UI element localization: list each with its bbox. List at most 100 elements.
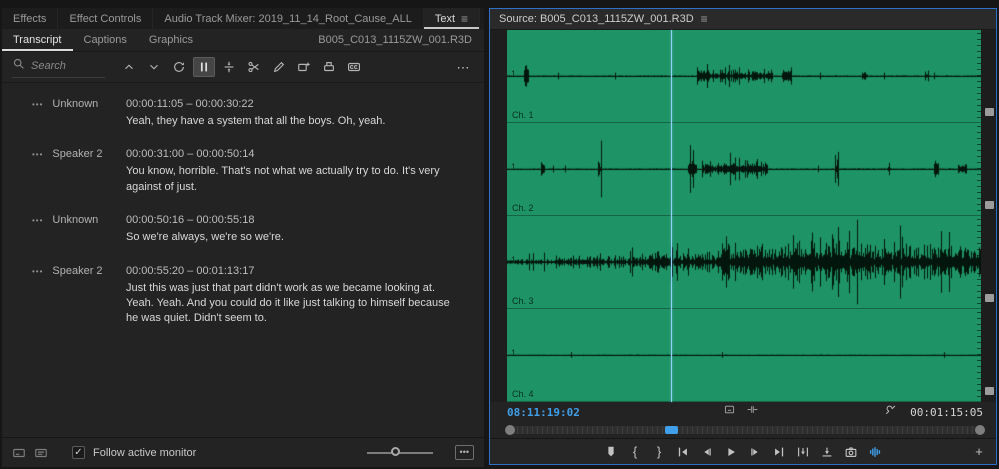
text-size-slider[interactable] bbox=[367, 452, 433, 454]
db-ruler-ticks bbox=[977, 33, 981, 119]
gain-handle[interactable] bbox=[985, 387, 994, 395]
edit-transcript-button[interactable] bbox=[268, 57, 290, 77]
overwrite-button[interactable] bbox=[816, 442, 838, 462]
db-ruler-ticks bbox=[977, 312, 981, 398]
panel-menu-icon[interactable]: ≡ bbox=[701, 12, 708, 26]
segment-timecode: 00:00:11:05 – 00:00:30:22 bbox=[126, 98, 464, 110]
segment-options-button[interactable]: ••• bbox=[32, 265, 43, 276]
channel-label: Ch. 4 bbox=[512, 389, 534, 399]
panel-menu-icon[interactable]: ≡ bbox=[461, 12, 468, 26]
refresh-transcript-button[interactable] bbox=[168, 57, 190, 77]
insert-button[interactable] bbox=[792, 442, 814, 462]
panel-tab-effect-controls[interactable]: Effect Controls bbox=[58, 8, 153, 29]
caption-style-icon[interactable] bbox=[34, 446, 48, 460]
audio-channel-3[interactable]: 1 Ch. 3 bbox=[507, 216, 981, 309]
segment-content: 00:00:55:20 – 00:01:13:17Just this was j… bbox=[126, 265, 484, 327]
zoom-handle-left[interactable] bbox=[505, 425, 515, 435]
panel-tab-effects[interactable]: Effects bbox=[2, 8, 58, 29]
play-button[interactable] bbox=[720, 442, 742, 462]
audio-gain-ruler bbox=[981, 30, 996, 402]
transcript-segment[interactable]: •••Unknown00:00:50:16 – 00:00:55:18So we… bbox=[2, 207, 484, 257]
fit-zoom-icon[interactable] bbox=[746, 403, 759, 421]
slider-knob[interactable] bbox=[391, 447, 400, 456]
gain-handle[interactable] bbox=[985, 294, 994, 302]
playhead[interactable] bbox=[671, 30, 672, 402]
track-number: 1 bbox=[511, 255, 516, 265]
transcript-list: •••Unknown00:00:11:05 – 00:00:30:22Yeah,… bbox=[2, 83, 484, 437]
gain-ruler-cell bbox=[981, 309, 996, 402]
go-to-out-button[interactable] bbox=[768, 442, 790, 462]
segment-timecode: 00:00:55:20 – 00:01:13:17 bbox=[126, 265, 464, 277]
segment-options-button[interactable]: ••• bbox=[32, 214, 43, 225]
source-monitor-panel: Source: B005_C013_1115ZW_001.R3D ≡ 1Ch. … bbox=[489, 8, 997, 465]
transcript-toolbar: ⋯ bbox=[2, 52, 484, 83]
step-forward-button[interactable] bbox=[744, 442, 766, 462]
segment-text: So we're always, we're so we're. bbox=[126, 230, 464, 245]
export-transcript-button[interactable] bbox=[318, 57, 340, 77]
add-marker-button[interactable] bbox=[600, 442, 622, 462]
gain-handle[interactable] bbox=[985, 108, 994, 116]
previous-result-button[interactable] bbox=[118, 57, 140, 77]
audio-channel-4[interactable]: 1Ch. 4 bbox=[507, 309, 981, 402]
subtab-captions[interactable]: Captions bbox=[73, 29, 138, 51]
audio-channel-1[interactable]: 1Ch. 1 bbox=[507, 30, 981, 123]
current-timecode[interactable]: 08:11:19:02 bbox=[507, 406, 580, 419]
pause-segments-button[interactable] bbox=[193, 57, 215, 77]
step-back-button[interactable] bbox=[696, 442, 718, 462]
next-result-button[interactable] bbox=[143, 57, 165, 77]
export-frame-button[interactable] bbox=[840, 442, 862, 462]
output-settings-icon[interactable] bbox=[723, 403, 736, 421]
mark-out-button[interactable]: } bbox=[648, 442, 670, 462]
text-panel-subtabs: TranscriptCaptionsGraphics B005_C013_111… bbox=[2, 29, 484, 52]
text-panel-footer: ✓ Follow active monitor ••• bbox=[2, 437, 484, 467]
panel-tab-audio-track-mixer-2019-1[interactable]: Audio Track Mixer: 2019_11_14_Root_Cause… bbox=[153, 8, 423, 29]
subtab-transcript[interactable]: Transcript bbox=[2, 29, 73, 51]
playhead-indicator[interactable] bbox=[665, 426, 678, 434]
audio-waveform-area[interactable]: 1Ch. 11Ch. 21Ch. 31Ch. 4 bbox=[507, 30, 981, 402]
waveform-left-gutter bbox=[490, 30, 507, 402]
panel-tab-label: Audio Track Mixer: 2019_11_14_Root_Cause… bbox=[164, 13, 411, 25]
segment-speaker: ••• Unknown bbox=[2, 98, 126, 129]
panel-tab-label: Text bbox=[435, 13, 455, 25]
zoom-handle-right[interactable] bbox=[975, 425, 985, 435]
segment-timecode: 00:00:31:00 – 00:00:50:14 bbox=[126, 148, 464, 160]
follow-active-monitor-checkbox[interactable]: ✓ bbox=[72, 446, 85, 459]
split-segments-button[interactable] bbox=[243, 57, 265, 77]
audio-channel-2[interactable]: 1Ch. 2 bbox=[507, 123, 981, 216]
transcript-segment[interactable]: •••Unknown00:00:11:05 – 00:00:30:22Yeah,… bbox=[2, 91, 484, 141]
button-editor-button[interactable]: + bbox=[968, 442, 990, 462]
zoom-track[interactable] bbox=[507, 426, 983, 434]
speaker-name: Unknown bbox=[52, 98, 98, 110]
segment-options-button[interactable]: ••• bbox=[32, 148, 43, 159]
merge-segments-button[interactable] bbox=[218, 57, 240, 77]
premiere-window: EffectsEffect Controls Audio Track Mixer:… bbox=[0, 0, 999, 469]
search-input[interactable] bbox=[31, 60, 105, 72]
channel-label: Ch. 3 bbox=[512, 296, 534, 306]
caption-block-icon[interactable] bbox=[12, 446, 26, 460]
waveform-canvas bbox=[507, 309, 981, 401]
gain-ruler-cell bbox=[981, 216, 996, 309]
button-editor-button[interactable]: ••• bbox=[455, 445, 474, 460]
subtab-graphics[interactable]: Graphics bbox=[138, 29, 204, 51]
segment-speaker: ••• Speaker 2 bbox=[2, 265, 126, 327]
track-number: 1 bbox=[511, 162, 516, 172]
panel-tab-text[interactable]: Text ≡ bbox=[424, 8, 480, 29]
zoom-scrollbar[interactable] bbox=[490, 422, 996, 438]
search-field[interactable] bbox=[12, 57, 105, 78]
gain-handle[interactable] bbox=[985, 201, 994, 209]
source-monitor-header[interactable]: Source: B005_C013_1115ZW_001.R3D ≡ bbox=[490, 9, 996, 30]
transcript-segment[interactable]: ••• Speaker 2 00:00:55:20 – 00:01:13:17Jus… bbox=[2, 258, 484, 339]
create-captions-button[interactable] bbox=[343, 57, 365, 77]
go-to-in-button[interactable] bbox=[672, 442, 694, 462]
transcript-segment[interactable]: •••Speaker 200:00:31:00 – 00:00:50:14You… bbox=[2, 141, 484, 207]
speaker-name: Speaker 2 bbox=[52, 148, 102, 160]
speaker-name: Speaker 2 bbox=[52, 265, 102, 277]
segment-options-button[interactable]: ••• bbox=[32, 98, 43, 109]
drag-audio-button[interactable] bbox=[864, 442, 886, 462]
mark-in-button[interactable]: { bbox=[624, 442, 646, 462]
settings-wrench-icon[interactable] bbox=[884, 403, 897, 421]
segment-speaker: ••• Speaker 2 bbox=[2, 148, 126, 195]
track-number: 1 bbox=[511, 69, 516, 79]
more-options-button[interactable]: ⋯ bbox=[452, 57, 474, 77]
create-caption-clip-button[interactable] bbox=[293, 57, 315, 77]
